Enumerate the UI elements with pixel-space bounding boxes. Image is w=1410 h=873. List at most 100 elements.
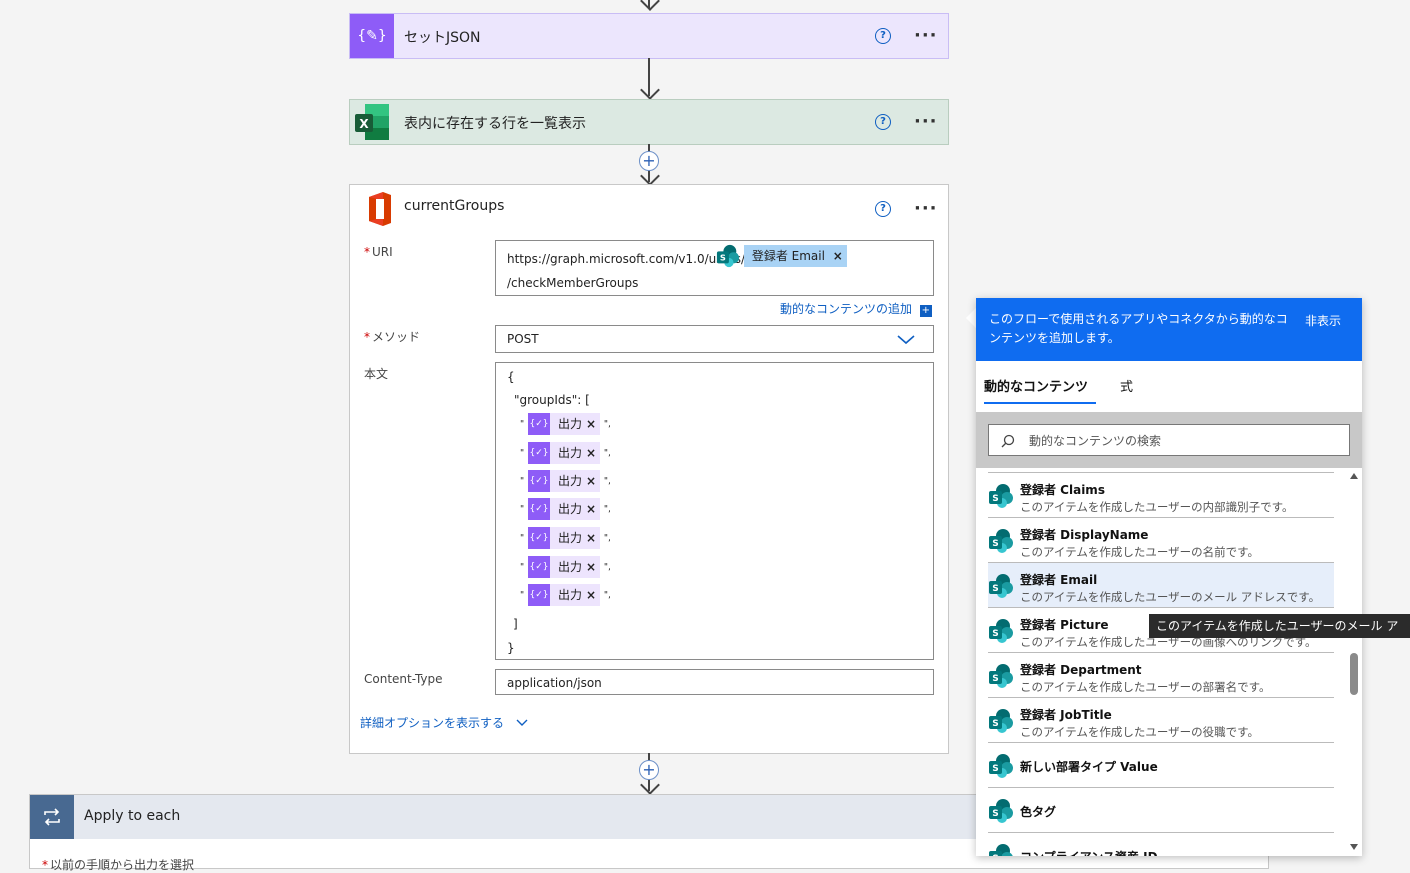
- remove-token-button[interactable]: ×: [586, 560, 596, 574]
- search-placeholder: 動的なコンテンツの検索: [1029, 434, 1162, 448]
- sharepoint-icon: S: [989, 484, 1013, 508]
- json-token-row: " {✓} 出力 × ",: [520, 526, 611, 549]
- step-title[interactable]: セットJSON: [404, 27, 481, 47]
- tooltip: このアイテムを作成したユーザーのメール ア: [1149, 614, 1410, 638]
- remove-token-button[interactable]: ×: [586, 531, 596, 545]
- variable-icon: {✎}: [350, 14, 394, 58]
- step-title[interactable]: Apply to each: [84, 808, 180, 824]
- variable-icon: {✓}: [527, 526, 550, 549]
- content-type-value: application/json: [507, 676, 602, 690]
- svg-text:S: S: [992, 719, 998, 729]
- json-token-row: " {✓} 出力 × ",: [520, 469, 611, 492]
- output-token[interactable]: {✓} 出力 ×: [527, 583, 601, 606]
- variable-icon: {✓}: [527, 555, 550, 578]
- body-editor[interactable]: { "groupIds": [ " {✓} 出力 × ", " {✓} 出力 × ", …: [495, 362, 934, 660]
- help-icon[interactable]: ?: [875, 201, 891, 217]
- svg-text:S: S: [992, 809, 998, 819]
- list-item[interactable]: S 登録者 Department このアイテムを作成したユーザーの部署名です。: [988, 653, 1334, 698]
- more-options-button[interactable]: ···: [914, 200, 938, 218]
- list-item[interactable]: S 登録者 JobTitle このアイテムを作成したユーザーの役職です。: [988, 698, 1334, 743]
- loop-icon: [30, 795, 74, 839]
- uri-suffix: /checkMemberGroups: [507, 276, 639, 290]
- content-type-label: Content-Type: [364, 672, 443, 686]
- remove-token-button[interactable]: ×: [586, 502, 596, 516]
- variable-icon: {✓}: [527, 583, 550, 606]
- item-description: このアイテムを作成したユーザーの内部識別子です。: [1020, 500, 1294, 514]
- item-description: このアイテムを作成したユーザーの部署名です。: [1020, 680, 1271, 694]
- output-token[interactable]: {✓} 出力 ×: [527, 441, 601, 464]
- json-token-row: " {✓} 出力 × ",: [520, 412, 611, 435]
- list-item[interactable]: S 新しい部署タイプ Value: [988, 743, 1334, 788]
- step-title[interactable]: currentGroups: [404, 198, 504, 214]
- json-close-bracket: ]: [513, 617, 518, 631]
- remove-token-button[interactable]: ×: [586, 417, 596, 431]
- scroll-up-arrow[interactable]: [1350, 473, 1358, 479]
- method-select[interactable]: POST: [495, 325, 934, 353]
- uri-input[interactable]: https://graph.microsoft.com/v1.0/users/ …: [495, 240, 934, 296]
- panel-pointer: [966, 308, 976, 328]
- item-title: 登録者 Email: [1020, 573, 1098, 587]
- item-title: 新しい部署タイプ Value: [1020, 760, 1158, 774]
- output-token[interactable]: {✓} 出力 ×: [527, 469, 601, 492]
- tab-active-underline: [984, 402, 1096, 404]
- json-close-brace: }: [507, 641, 515, 655]
- json-group-ids: "groupIds": [: [514, 393, 590, 407]
- content-type-input[interactable]: application/json: [495, 669, 934, 695]
- item-title: 登録者 JobTitle: [1020, 708, 1112, 722]
- search-input[interactable]: 動的なコンテンツの検索: [988, 424, 1350, 456]
- list-item[interactable]: S 登録者 Claims このアイテムを作成したユーザーの内部識別子です。: [988, 473, 1334, 518]
- remove-token-button[interactable]: ×: [833, 249, 843, 263]
- output-token[interactable]: {✓} 出力 ×: [527, 526, 601, 549]
- item-description: このアイテムを作成したユーザーのメール アドレスです。: [1020, 590, 1321, 604]
- tab-dynamic-content[interactable]: 動的なコンテンツ: [984, 376, 1088, 395]
- tab-expression[interactable]: 式: [1120, 376, 1133, 395]
- sharepoint-icon: S: [989, 709, 1013, 733]
- body-label: 本文: [364, 367, 389, 381]
- select-output-label: * 以前の手順から出力を選択: [42, 858, 195, 872]
- item-description: このアイテムを作成したユーザーの役職です。: [1020, 725, 1259, 739]
- item-title: 登録者 Department: [1020, 663, 1142, 677]
- show-advanced-options-link[interactable]: 詳細オプションを表示する: [360, 714, 528, 731]
- sharepoint-icon: S: [989, 619, 1013, 643]
- remove-token-button[interactable]: ×: [586, 446, 596, 460]
- sharepoint-icon: S: [989, 529, 1013, 553]
- remove-token-button[interactable]: ×: [586, 588, 596, 602]
- connector-arrow: [640, 0, 660, 11]
- step-list-rows[interactable]: X 表内に存在する行を一覧表示 ? ···: [349, 99, 949, 145]
- scroll-down-arrow[interactable]: [1350, 844, 1358, 850]
- help-icon[interactable]: ?: [875, 114, 891, 130]
- chevron-down-icon: [516, 719, 528, 726]
- uri-token[interactable]: S 登録者 Email ×: [716, 244, 847, 268]
- step-current-groups: currentGroups ? ··· * URI https://graph.m…: [349, 184, 949, 754]
- search-area: 動的なコンテンツの検索: [976, 412, 1362, 468]
- svg-text:S: S: [992, 674, 998, 684]
- output-token[interactable]: {✓} 出力 ×: [527, 412, 601, 435]
- more-options-button[interactable]: ···: [914, 27, 938, 45]
- output-token[interactable]: {✓} 出力 ×: [527, 497, 601, 520]
- hide-button[interactable]: 非表示: [1305, 312, 1341, 329]
- variable-icon: {✓}: [527, 469, 550, 492]
- scrollbar-thumb[interactable]: [1350, 653, 1358, 695]
- list-item[interactable]: S コンプライアンス資産 ID: [988, 833, 1334, 856]
- more-options-button[interactable]: ···: [914, 113, 938, 131]
- item-description: このアイテムを作成したユーザーの名前です。: [1020, 545, 1259, 559]
- step-title[interactable]: 表内に存在する行を一覧表示: [404, 113, 586, 133]
- connector-arrow: [640, 80, 660, 100]
- list-item[interactable]: S 登録者 DisplayName このアイテムを作成したユーザーの名前です。: [988, 518, 1334, 563]
- variable-icon: {✓}: [527, 412, 550, 435]
- json-token-row: " {✓} 出力 × ",: [520, 497, 611, 520]
- list-item[interactable]: S 登録者 Email このアイテムを作成したユーザーのメール アドレスです。: [988, 563, 1334, 608]
- help-icon[interactable]: ?: [875, 28, 891, 44]
- svg-text:S: S: [992, 539, 998, 549]
- dynamic-list: S 登録者 Claims このアイテムを作成したユーザーの内部識別子です。 S …: [976, 472, 1348, 856]
- add-dynamic-content-link[interactable]: 動的なコンテンツの追加 +: [780, 300, 932, 317]
- json-token-row: " {✓} 出力 × ",: [520, 583, 611, 606]
- step-set-json[interactable]: {✎} セットJSON ? ···: [349, 13, 949, 59]
- excel-icon: X: [350, 100, 394, 144]
- svg-text:S: S: [992, 854, 998, 856]
- list-item[interactable]: S 色タグ: [988, 788, 1334, 833]
- sharepoint-icon: S: [716, 244, 740, 268]
- output-token[interactable]: {✓} 出力 ×: [527, 555, 601, 578]
- item-title: 登録者 DisplayName: [1020, 528, 1149, 542]
- remove-token-button[interactable]: ×: [586, 474, 596, 488]
